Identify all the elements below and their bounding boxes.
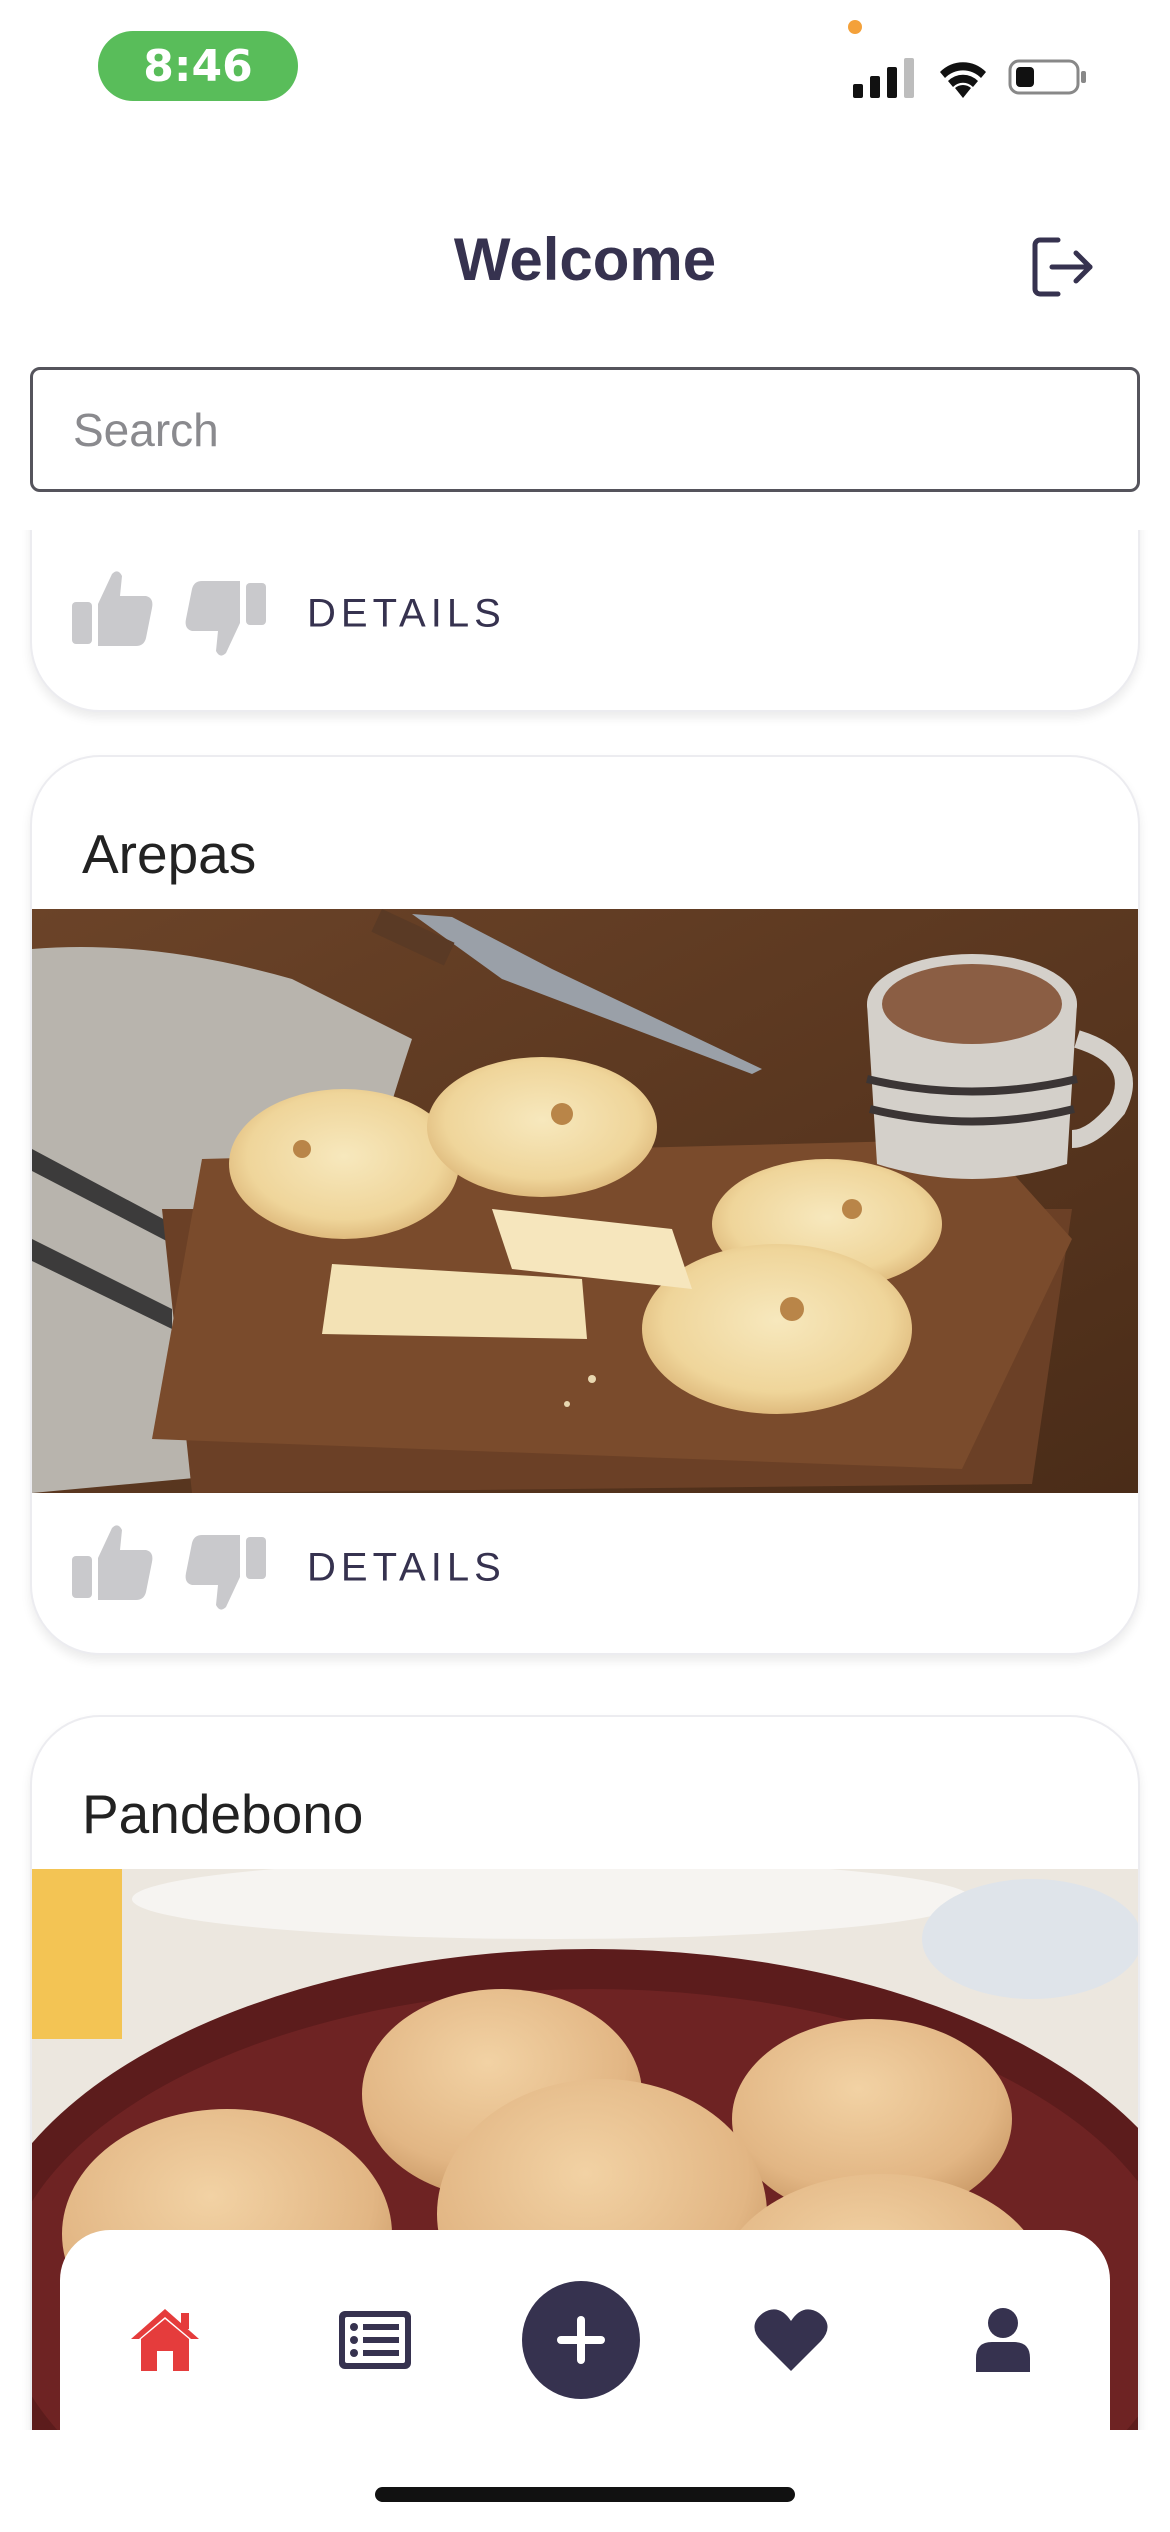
nav-list[interactable] <box>310 2230 440 2450</box>
bottom-nav <box>60 2230 1110 2450</box>
card-actions: DETAILS <box>32 539 1138 689</box>
card-title: Pandebono <box>82 1783 364 1845</box>
home-icon <box>131 2309 199 2371</box>
nav-add[interactable] <box>516 2230 646 2450</box>
thumbs-up-icon[interactable] <box>70 1518 156 1604</box>
card-title: Arepas <box>82 823 257 885</box>
nav-home[interactable] <box>100 2230 230 2450</box>
add-button[interactable] <box>522 2281 640 2399</box>
thumbs-up-icon[interactable] <box>70 564 156 650</box>
nav-profile[interactable] <box>938 2230 1068 2450</box>
details-button[interactable]: DETAILS <box>307 1546 506 1591</box>
nav-favorites[interactable] <box>726 2230 856 2450</box>
status-bar: 8:46 <box>0 0 1170 130</box>
recipe-card: DETAILS <box>30 530 1140 712</box>
add-icon <box>557 2316 605 2364</box>
card-actions: DETAILS <box>32 1493 1138 1643</box>
page-title: Welcome <box>453 226 717 293</box>
status-time: 8:46 <box>98 31 298 101</box>
list-icon <box>339 2311 411 2369</box>
privacy-indicator-dot <box>848 20 862 34</box>
thumbs-down-icon[interactable] <box>182 1531 268 1617</box>
cellular-signal-icon <box>853 58 914 98</box>
recipe-feed[interactable]: DETAILS Arepas DETAILS Pandebono <box>0 530 1170 2430</box>
battery-icon <box>1008 59 1086 95</box>
wifi-icon <box>940 62 986 98</box>
home-indicator <box>375 2487 795 2502</box>
details-button[interactable]: DETAILS <box>307 592 506 637</box>
user-icon <box>976 2308 1030 2372</box>
arepas-image <box>32 909 1138 1493</box>
heart-icon <box>754 2309 828 2371</box>
logout-icon[interactable] <box>1028 232 1098 302</box>
search-input[interactable] <box>30 367 1140 492</box>
recipe-card-arepas: Arepas DETAILS <box>30 755 1140 1655</box>
thumbs-down-icon[interactable] <box>182 577 268 663</box>
